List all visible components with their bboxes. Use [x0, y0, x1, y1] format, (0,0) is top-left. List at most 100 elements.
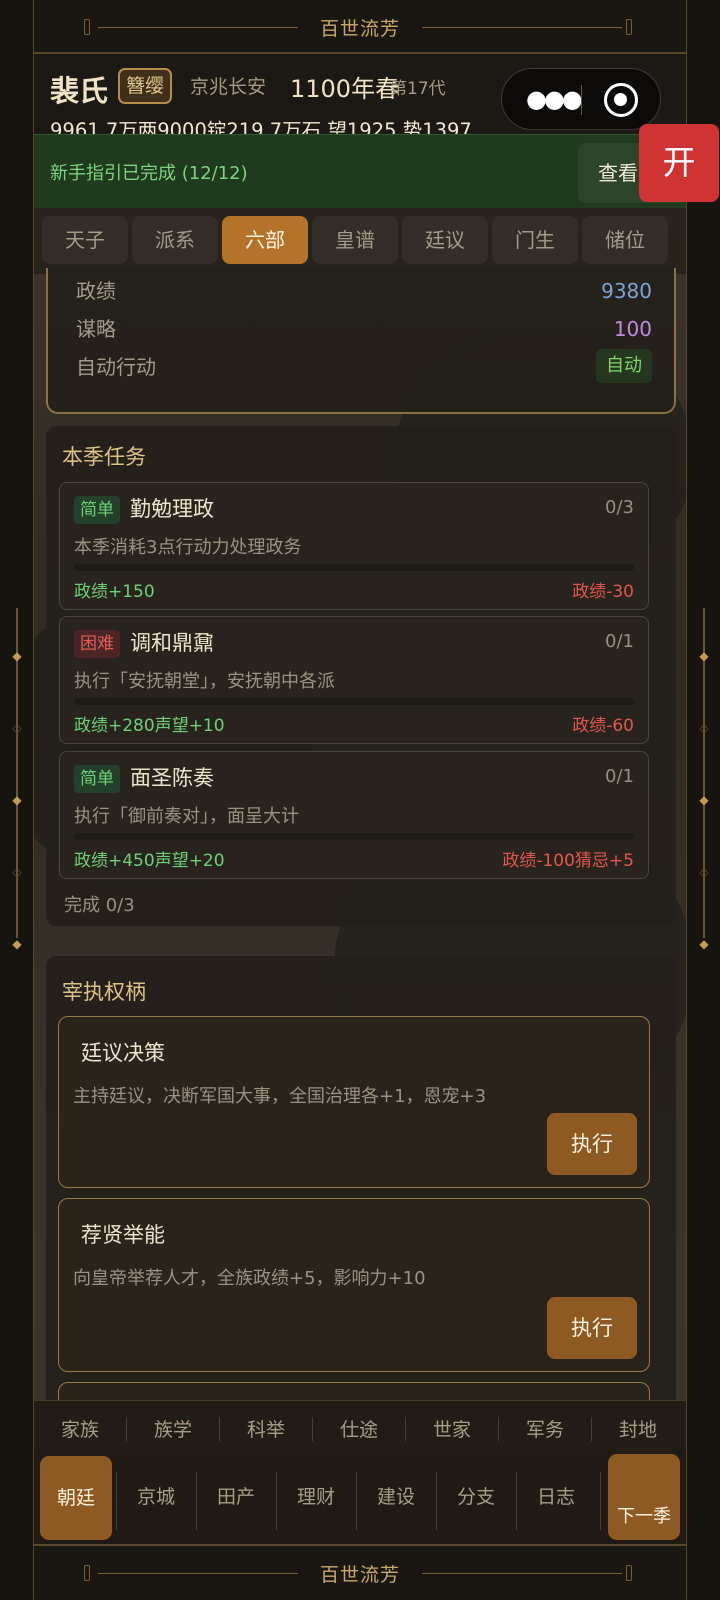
execute-button[interactable]: 执行	[547, 1297, 637, 1359]
power-card: 廷议决策 主持廷议，决断军国大事，全国治理各+1，恩宠+3 执行	[58, 1016, 650, 1188]
rank-badge: 簪缨	[118, 68, 173, 104]
game-screen: ◆ ◇ ◆ ◇ ◆ ◆ ◇ ◆ ◇ ◆ 百世流芳 裴氏 簪缨 京兆长安 1100…	[0, 0, 720, 1600]
difficulty-badge: 简单	[74, 496, 120, 524]
power-card-partial	[58, 1382, 650, 1400]
task-name: 调和鼎鼐	[130, 631, 214, 655]
season-tasks-panel: 本季任务 简单 勤勉理政 0/3 本季消耗3点行动力处理政务 政绩+150 政绩…	[46, 426, 676, 926]
primary-nav: 朝廷 京城 田产 理财 建设 分支 日志 下一季	[34, 1454, 686, 1544]
tutorial-banner: 新手指引已完成 (12/12) 查看	[34, 134, 686, 208]
season-text: 1100年春	[290, 75, 400, 103]
top-banner: 百世流芳	[34, 0, 686, 54]
tab-paixi[interactable]: 派系	[132, 216, 218, 264]
task-penalty: 政绩-100猜忌+5	[502, 851, 634, 871]
right-diamond-outline-1: ◇	[699, 721, 709, 735]
power-name: 荐贤举能	[81, 1223, 165, 1247]
nav-rizhi[interactable]: 日志	[516, 1482, 596, 1509]
execute-button[interactable]: 执行	[547, 1113, 637, 1175]
tab-tingyi[interactable]: 廷议	[402, 216, 488, 264]
next-season-button[interactable]: 下一季	[608, 1454, 680, 1540]
miniprogram-capsule: ●●●	[501, 68, 661, 130]
task-penalty: 政绩-30	[572, 582, 634, 602]
stat-row-auto: 自动行动 自动	[76, 349, 652, 384]
stat-label: 谋略	[76, 317, 116, 341]
main-column: 百世流芳 裴氏 簪缨 京兆长安 1100年春 第17代 9961.7万两9000…	[34, 0, 686, 1600]
tutorial-status: 新手指引已完成 (12/12)	[50, 163, 248, 184]
content-area: 天子 派系 六部 皇谱 廷议 门生 储位 政绩 9380 谋略 100 自动行动	[34, 208, 686, 1400]
tasks-complete-count: 完成 0/3	[64, 895, 135, 916]
nav-licai[interactable]: 理财	[276, 1482, 356, 1509]
court-tab-bar: 天子 派系 六部 皇谱 廷议 门生 储位	[34, 208, 686, 274]
nav-keju[interactable]: 科举	[220, 1415, 312, 1442]
nav-shitu[interactable]: 仕途	[313, 1415, 405, 1442]
left-border-rail: ◆ ◇ ◆ ◇ ◆	[0, 0, 34, 1600]
banner-title: 百世流芳	[319, 1564, 400, 1586]
task-description: 执行「御前奏对」，面呈大计	[74, 806, 299, 827]
left-diamond-ornament-1: ◆	[12, 649, 22, 663]
chancellor-powers-panel: 宰执权柄 廷议决策 主持廷议，决断军国大事，全国治理各+1，恩宠+3 执行 荐贤…	[46, 956, 676, 1400]
left-diamond-outline-1: ◇	[12, 721, 22, 735]
task-description: 执行「安抚朝堂」，安抚朝中各派	[74, 671, 335, 692]
secondary-nav: 家族 族学 科举 仕途 世家 军务 封地	[34, 1400, 686, 1454]
task-card: 困难 调和鼎鼐 0/1 执行「安抚朝堂」，安抚朝中各派 政绩+280声望+10 …	[59, 616, 649, 744]
right-diamond-ornament-3: ◆	[699, 937, 709, 951]
target-circle-icon[interactable]	[604, 83, 638, 117]
stat-label: 政绩	[76, 279, 116, 303]
task-progress: 0/1	[605, 766, 634, 787]
power-name: 廷议决策	[81, 1041, 165, 1065]
nav-junwu[interactable]: 军务	[499, 1415, 591, 1442]
right-diamond-ornament-2: ◆	[699, 793, 709, 807]
bottom-banner: 百世流芳	[34, 1544, 686, 1598]
task-reward: 政绩+450声望+20	[74, 851, 225, 871]
nav-chaoting[interactable]: 朝廷	[40, 1456, 112, 1540]
nav-tianchan[interactable]: 田产	[196, 1482, 276, 1509]
left-diamond-outline-2: ◇	[12, 865, 22, 879]
tab-liubu[interactable]: 六部	[222, 216, 308, 264]
difficulty-badge: 困难	[74, 630, 120, 658]
stat-label: 自动行动	[76, 355, 156, 379]
power-description: 向皇帝举荐人才，全族政绩+5，影响力+10	[73, 1268, 426, 1289]
nav-jiazu[interactable]: 家族	[34, 1415, 126, 1442]
power-description: 主持廷议，决断军国大事，全国治理各+1，恩宠+3	[73, 1086, 487, 1107]
task-progress-bar	[74, 833, 634, 840]
right-border-rail: ◆ ◇ ◆ ◇ ◆	[686, 0, 720, 1600]
task-name: 面圣陈奏	[130, 766, 214, 790]
tab-mensheng[interactable]: 门生	[492, 216, 578, 264]
power-card: 荐贤举能 向皇帝举荐人才，全族政绩+5，影响力+10 执行	[58, 1198, 650, 1372]
stats-panel: 政绩 9380 谋略 100 自动行动 自动	[46, 268, 676, 414]
task-progress: 0/3	[605, 497, 634, 518]
nav-jianshe[interactable]: 建设	[356, 1482, 436, 1509]
left-diamond-ornament-3: ◆	[12, 937, 22, 951]
stat-value: 100	[613, 317, 652, 341]
right-diamond-ornament-1: ◆	[699, 649, 709, 663]
task-progress-bar	[74, 698, 634, 705]
capsule-divider	[581, 85, 582, 115]
task-progress: 0/1	[605, 631, 634, 652]
tab-chuwei[interactable]: 储位	[582, 216, 668, 264]
task-card: 简单 勤勉理政 0/3 本季消耗3点行动力处理政务 政绩+150 政绩-30	[59, 482, 649, 610]
nav-shijia[interactable]: 世家	[406, 1415, 498, 1442]
nav-divider	[600, 1472, 601, 1530]
nav-zuxue[interactable]: 族学	[127, 1415, 219, 1442]
task-reward: 政绩+280声望+10	[74, 716, 225, 736]
task-penalty: 政绩-60	[572, 716, 634, 736]
panel-title: 本季任务	[62, 445, 146, 469]
nav-fenzhi[interactable]: 分支	[436, 1482, 516, 1509]
banner-title: 百世流芳	[319, 18, 400, 40]
nav-fengdi[interactable]: 封地	[592, 1415, 684, 1442]
stat-row-moulue: 谋略 100	[76, 312, 652, 346]
difficulty-badge: 简单	[74, 765, 120, 793]
stat-row-zhengji: 政绩 9380	[76, 274, 652, 308]
task-description: 本季消耗3点行动力处理政务	[74, 537, 302, 558]
tab-huangpu[interactable]: 皇谱	[312, 216, 398, 264]
clan-name: 裴氏	[50, 74, 109, 108]
stat-value: 9380	[601, 279, 652, 303]
more-dots-icon[interactable]: ●●●	[526, 86, 583, 112]
task-name: 勤勉理政	[130, 497, 214, 521]
right-diamond-outline-2: ◇	[699, 865, 709, 879]
open-button[interactable]: 开	[639, 124, 719, 202]
left-diamond-ornament-2: ◆	[12, 793, 22, 807]
tab-tianzi[interactable]: 天子	[42, 216, 128, 264]
task-progress-bar	[74, 564, 634, 571]
nav-jingcheng[interactable]: 京城	[116, 1482, 196, 1509]
auto-action-toggle[interactable]: 自动	[596, 349, 652, 383]
